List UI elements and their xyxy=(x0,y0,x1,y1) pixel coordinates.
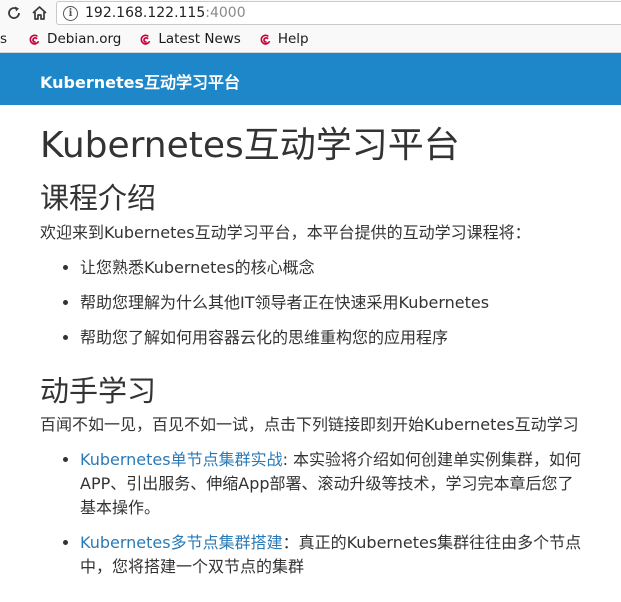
handson-text: 百闻不如一见，百见不如一试，点击下列链接即刻开始Kubernetes互动学习 xyxy=(40,415,579,434)
list-item: 帮助您理解为什么其他IT领导者正在快速采用Kubernetes xyxy=(80,291,621,315)
lab-link-single-node[interactable]: Kubernetes单节点集群实战 xyxy=(80,450,283,469)
lab-desc: : 本实验将介绍如何创建单实例集群，如何 xyxy=(282,450,582,469)
bookmark-help[interactable]: Help xyxy=(259,31,309,47)
debian-swirl-icon xyxy=(260,34,270,45)
page-content: Kubernetes互动学习平台 课程介绍 欢迎来到Kubernetes互动学习… xyxy=(40,118,621,579)
site-info-icon[interactable]: i xyxy=(63,5,78,21)
browser-navbar: i 192.168.122.115:4000 xyxy=(0,0,621,26)
lab-desc: ：真正的Kubernetes集群往往由多个节点 xyxy=(282,533,582,552)
lab-item: Kubernetes多节点集群搭建：真正的Kubernetes集群往往由多个节点… xyxy=(80,531,621,579)
intro-text: 欢迎来到Kubernetes互动学习平台，本平台提供的互动学习课程将： xyxy=(40,223,531,242)
intro-list: 让您熟悉Kubernetes的核心概念 帮助您理解为什么其他IT领导者正在快速采… xyxy=(40,256,621,350)
lab-desc: APP、引出服务、伸缩App部署、滚动升级等技术，学习完本章后您了 xyxy=(80,474,574,493)
lab-link-multi-node[interactable]: Kubernetes多节点集群搭建 xyxy=(80,533,283,552)
bookmark-label: Latest News xyxy=(158,31,241,47)
lab-desc: 中，您将搭建一个双节点的集群 xyxy=(80,557,305,576)
lab-item: Kubernetes单节点集群实战: 本实验将介绍如何创建单实例集群，如何 AP… xyxy=(80,448,621,520)
url-bar[interactable]: i 192.168.122.115:4000 xyxy=(56,1,621,25)
lab-desc: 基本操作。 xyxy=(80,498,161,517)
list-item: 帮助您了解如何用容器云化的思维重构您的应用程序 xyxy=(80,326,621,350)
url-host: 192.168.122.115 xyxy=(85,5,206,21)
bookmark-partial[interactable]: s xyxy=(0,31,7,47)
lab-list: Kubernetes单节点集群实战: 本实验将介绍如何创建单实例集群，如何 AP… xyxy=(40,448,621,579)
url-port: :4000 xyxy=(205,5,246,21)
list-item: 让您熟悉Kubernetes的核心概念 xyxy=(80,256,621,280)
intro-heading: 课程介绍 xyxy=(40,181,157,215)
bookmark-debian-org[interactable]: Debian.org xyxy=(28,31,121,47)
reload-icon[interactable] xyxy=(3,2,25,24)
bookmarks-toolbar: s Debian.org Latest News Help xyxy=(0,26,621,53)
page-title: Kubernetes互动学习平台 xyxy=(40,125,460,166)
site-header: Kubernetes互动学习平台 xyxy=(0,53,621,105)
handson-heading: 动手学习 xyxy=(40,374,157,408)
home-icon[interactable] xyxy=(28,2,50,24)
bookmark-latest-news[interactable]: Latest News xyxy=(139,31,241,47)
site-title-link[interactable]: Kubernetes互动学习平台 xyxy=(40,69,240,93)
debian-swirl-icon xyxy=(140,34,151,45)
bookmark-label: Debian.org xyxy=(47,31,122,47)
debian-swirl-icon xyxy=(29,34,40,45)
bookmark-label: Help xyxy=(277,31,309,47)
